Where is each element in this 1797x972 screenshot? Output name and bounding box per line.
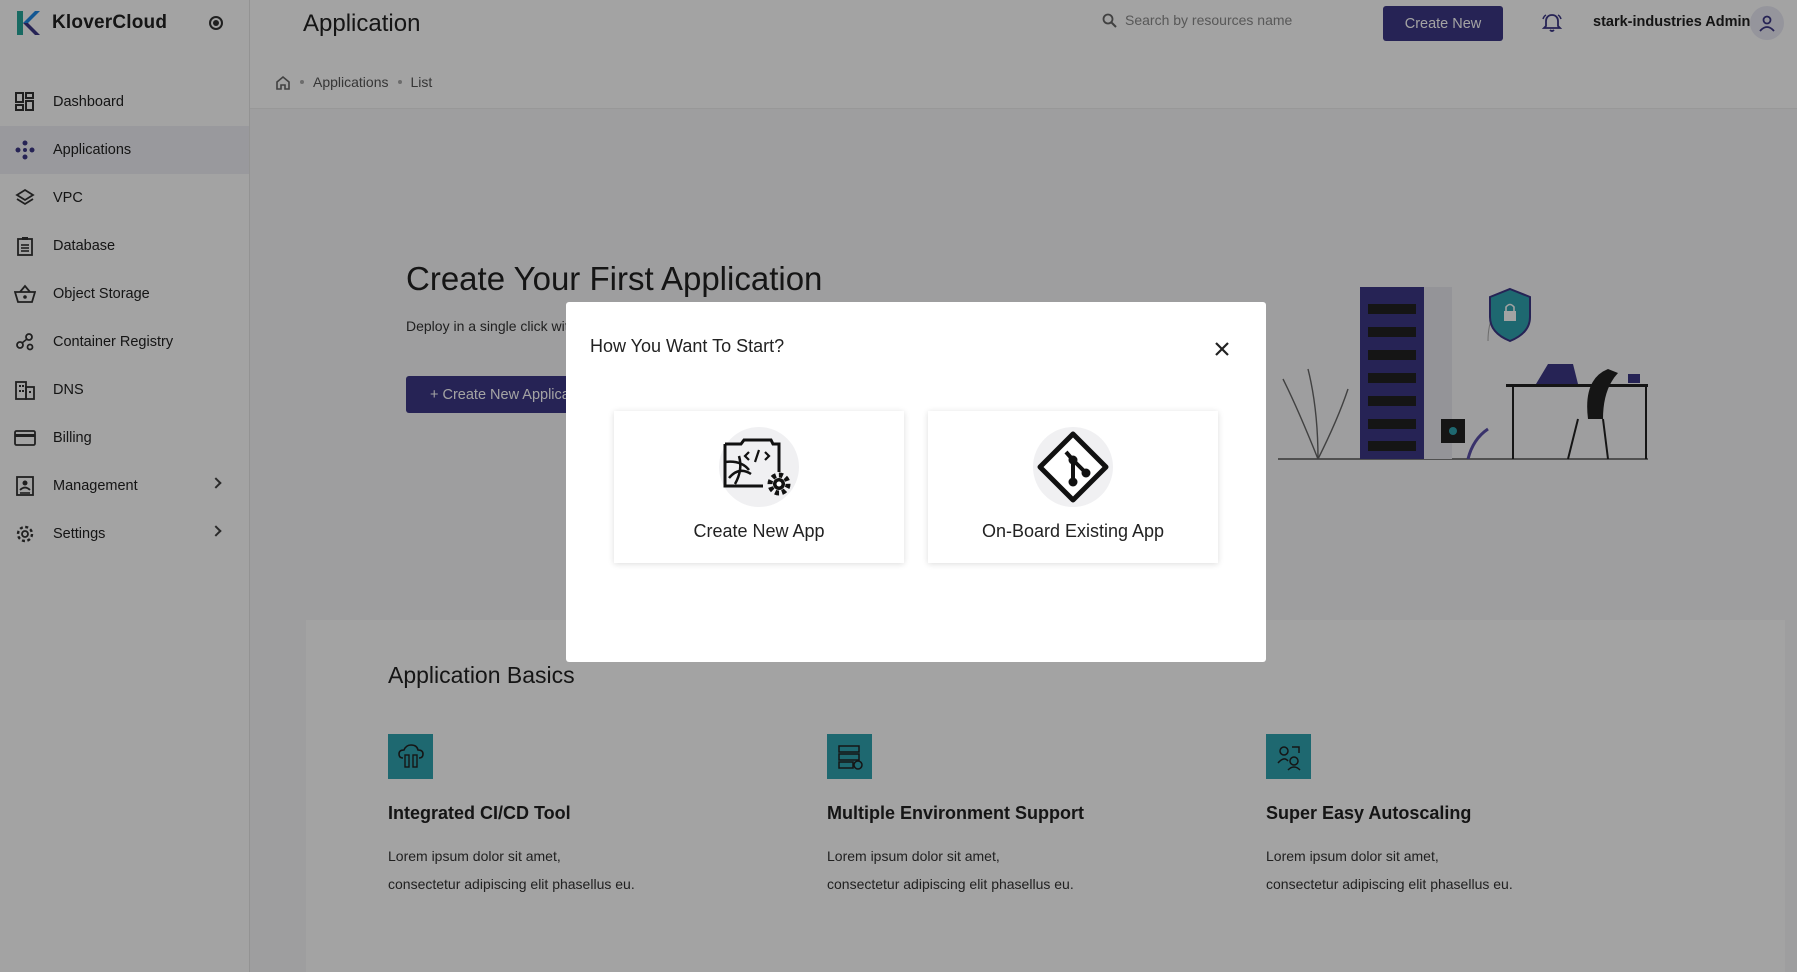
onboard-existing-app-option[interactable]: On-Board Existing App — [928, 411, 1218, 563]
option-label: On-Board Existing App — [981, 521, 1165, 541]
code-gear-icon — [719, 427, 799, 507]
option-label: Create New App — [693, 521, 825, 541]
start-dialog: How You Want To Start? Create New App On… — [566, 302, 1266, 662]
create-new-app-option[interactable]: Create New App — [614, 411, 904, 563]
close-icon[interactable] — [1211, 338, 1233, 360]
dialog-title: How You Want To Start? — [590, 336, 785, 356]
git-icon — [1033, 427, 1113, 507]
